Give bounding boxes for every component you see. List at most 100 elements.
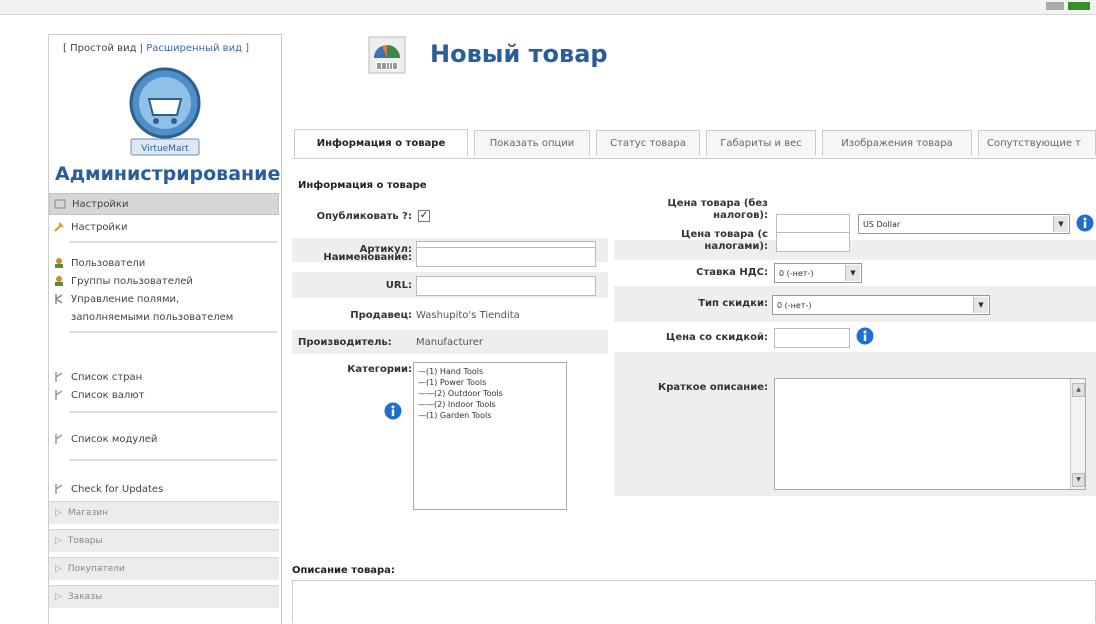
menu-head-settings[interactable]: Настройки bbox=[49, 193, 279, 215]
discount-type-select[interactable]: 0 (-нет-) ▼ bbox=[772, 295, 990, 315]
sidebar-section-products[interactable]: ▷ Товары bbox=[49, 529, 279, 552]
url-label: URL: bbox=[385, 280, 412, 291]
manufacturer-label: Производитель: bbox=[298, 337, 392, 348]
price-gross-label: Цена товара (с налогами): bbox=[620, 229, 768, 253]
vat-label: Ставка НДС: bbox=[696, 267, 768, 278]
section-label: Покупатели bbox=[67, 564, 125, 574]
menu-head-label: Настройки bbox=[72, 198, 129, 210]
short-desc-label: Краткое описание: bbox=[658, 382, 768, 393]
chevron-down-icon: ▼ bbox=[1053, 216, 1068, 232]
sidebar-item-currencies[interactable]: Список валют bbox=[53, 385, 145, 405]
window-control[interactable] bbox=[1046, 2, 1064, 10]
page-title: Новый товар bbox=[430, 40, 608, 68]
tab-show-options[interactable]: Показать опции bbox=[474, 130, 590, 156]
category-option[interactable]: ——(2) Indoor Tools bbox=[418, 399, 562, 410]
tab-related-products[interactable]: Сопутствующие т bbox=[978, 130, 1096, 156]
chevron-down-icon: ▼ bbox=[845, 265, 860, 281]
admin-sidebar: [ Простой вид | Расширенный вид ] Virtue… bbox=[48, 34, 282, 624]
price-net-label: Цена товара (без налогов): bbox=[620, 198, 768, 222]
price-gross-input[interactable] bbox=[776, 232, 850, 252]
settings-head-icon bbox=[54, 199, 66, 209]
textarea-scrollbar[interactable]: ▲ ▼ bbox=[1070, 379, 1085, 489]
name-input[interactable] bbox=[416, 247, 596, 267]
sidebar-item-countries[interactable]: Список стран bbox=[53, 367, 142, 387]
vat-value: 0 (-нет-) bbox=[779, 268, 814, 278]
product-box-icon bbox=[368, 36, 406, 74]
menu-divider bbox=[69, 411, 277, 413]
sidebar-item-label: Check for Updates bbox=[71, 483, 164, 495]
list-icon bbox=[55, 484, 63, 494]
sidebar-item-label: Пользователи bbox=[71, 257, 146, 269]
vendor-value: Washupito's Tiendita bbox=[416, 310, 520, 321]
sidebar-item-check-updates[interactable]: Check for Updates bbox=[53, 479, 163, 499]
scroll-up-icon[interactable]: ▲ bbox=[1072, 383, 1085, 397]
sidebar-item-label: Настройки bbox=[71, 221, 128, 233]
categories-listbox[interactable]: —(1) Hand Tools —(1) Power Tools ——(2) O… bbox=[413, 362, 567, 510]
admin-title: Администрирование bbox=[55, 163, 281, 185]
info-icon[interactable] bbox=[384, 402, 402, 420]
name-label: Наименование: bbox=[323, 252, 412, 263]
category-option[interactable]: ——(2) Outdoor Tools bbox=[418, 388, 562, 399]
vat-select[interactable]: 0 (-нет-) ▼ bbox=[774, 263, 862, 283]
section-label: Магазин bbox=[67, 508, 108, 518]
window-control-green[interactable] bbox=[1068, 2, 1090, 10]
tab-product-status[interactable]: Статус товара bbox=[596, 130, 700, 156]
menu-divider bbox=[69, 459, 277, 461]
menu-divider bbox=[69, 331, 277, 333]
tab-dimensions-weight[interactable]: Габариты и вес bbox=[706, 130, 816, 156]
sidebar-item-users[interactable]: Пользователи bbox=[53, 253, 145, 273]
category-option[interactable]: —(1) Garden Tools bbox=[418, 410, 562, 421]
users-icon bbox=[55, 258, 63, 268]
sidebar-item-label: Список модулей bbox=[71, 433, 158, 445]
expand-arrow-icon: ▷ bbox=[55, 564, 62, 574]
user-groups-icon bbox=[55, 276, 63, 286]
sidebar-section-orders[interactable]: ▷ Заказы bbox=[49, 585, 279, 608]
publish-label: Опубликовать ?: bbox=[316, 211, 412, 222]
description-editor[interactable] bbox=[292, 580, 1096, 623]
list-icon bbox=[55, 434, 63, 444]
url-input[interactable] bbox=[416, 276, 596, 296]
price-gross-label-line2: налогами): bbox=[704, 241, 768, 252]
fields-icon bbox=[55, 294, 63, 304]
manufacturer-value: Manufacturer bbox=[416, 337, 483, 348]
tab-product-images[interactable]: Изображения товара bbox=[822, 130, 972, 156]
sidebar-section-shop[interactable]: ▷ Магазин bbox=[49, 501, 279, 524]
price-net-label-line2: налогов): bbox=[713, 210, 768, 221]
sidebar-item-modules[interactable]: Список модулей bbox=[53, 429, 157, 449]
discounted-price-label: Цена со скидкой: bbox=[666, 332, 768, 343]
section-label: Товары bbox=[67, 536, 103, 546]
view-switcher: [ Простой вид | Расширенный вид ] bbox=[63, 43, 249, 54]
short-desc-textarea[interactable]: ▲ ▼ bbox=[774, 378, 1086, 490]
sidebar-item-label: Список стран bbox=[71, 371, 143, 383]
sidebar-item-user-fields[interactable]: Управление полями, bbox=[53, 289, 179, 309]
logo-text: VirtueMart bbox=[141, 144, 189, 154]
sidebar-section-customers[interactable]: ▷ Покупатели bbox=[49, 557, 279, 580]
section-title: Информация о товаре bbox=[298, 180, 427, 191]
publish-checkbox[interactable]: ✓ bbox=[418, 210, 430, 222]
discounted-price-input[interactable] bbox=[774, 328, 850, 348]
price-net-input[interactable] bbox=[776, 214, 850, 234]
tab-product-info[interactable]: Информация о товаре bbox=[294, 129, 468, 157]
description-label: Описание товара: bbox=[292, 565, 395, 576]
extended-view-link[interactable]: Расширенный вид ] bbox=[143, 43, 249, 54]
category-option[interactable]: —(1) Power Tools bbox=[418, 377, 562, 388]
simple-view-link[interactable]: [ Простой вид | bbox=[63, 43, 143, 54]
discount-type-value: 0 (-нет-) bbox=[777, 300, 812, 310]
expand-arrow-icon: ▷ bbox=[55, 508, 62, 518]
list-icon bbox=[55, 372, 63, 382]
currency-select[interactable]: US Dollar ▼ bbox=[858, 214, 1070, 234]
sidebar-item-label: Управление полями, bbox=[71, 293, 180, 305]
price-gross-label-line1: Цена товара (с bbox=[681, 229, 768, 240]
category-option[interactable]: —(1) Hand Tools bbox=[418, 366, 562, 377]
sidebar-item-user-fields-cont[interactable]: заполняемыми пользователем bbox=[71, 307, 233, 327]
sidebar-item-settings[interactable]: Настройки bbox=[53, 217, 127, 237]
chevron-down-icon: ▼ bbox=[973, 297, 988, 313]
browser-top-strip bbox=[0, 0, 1096, 15]
info-icon[interactable] bbox=[1076, 214, 1094, 232]
virtuemart-logo: VirtueMart bbox=[129, 67, 201, 156]
section-label: Заказы bbox=[67, 592, 103, 602]
info-icon[interactable] bbox=[856, 327, 874, 345]
tools-icon bbox=[54, 222, 64, 232]
sidebar-item-user-groups[interactable]: Группы пользователей bbox=[53, 271, 193, 291]
scroll-down-icon[interactable]: ▼ bbox=[1072, 473, 1085, 487]
